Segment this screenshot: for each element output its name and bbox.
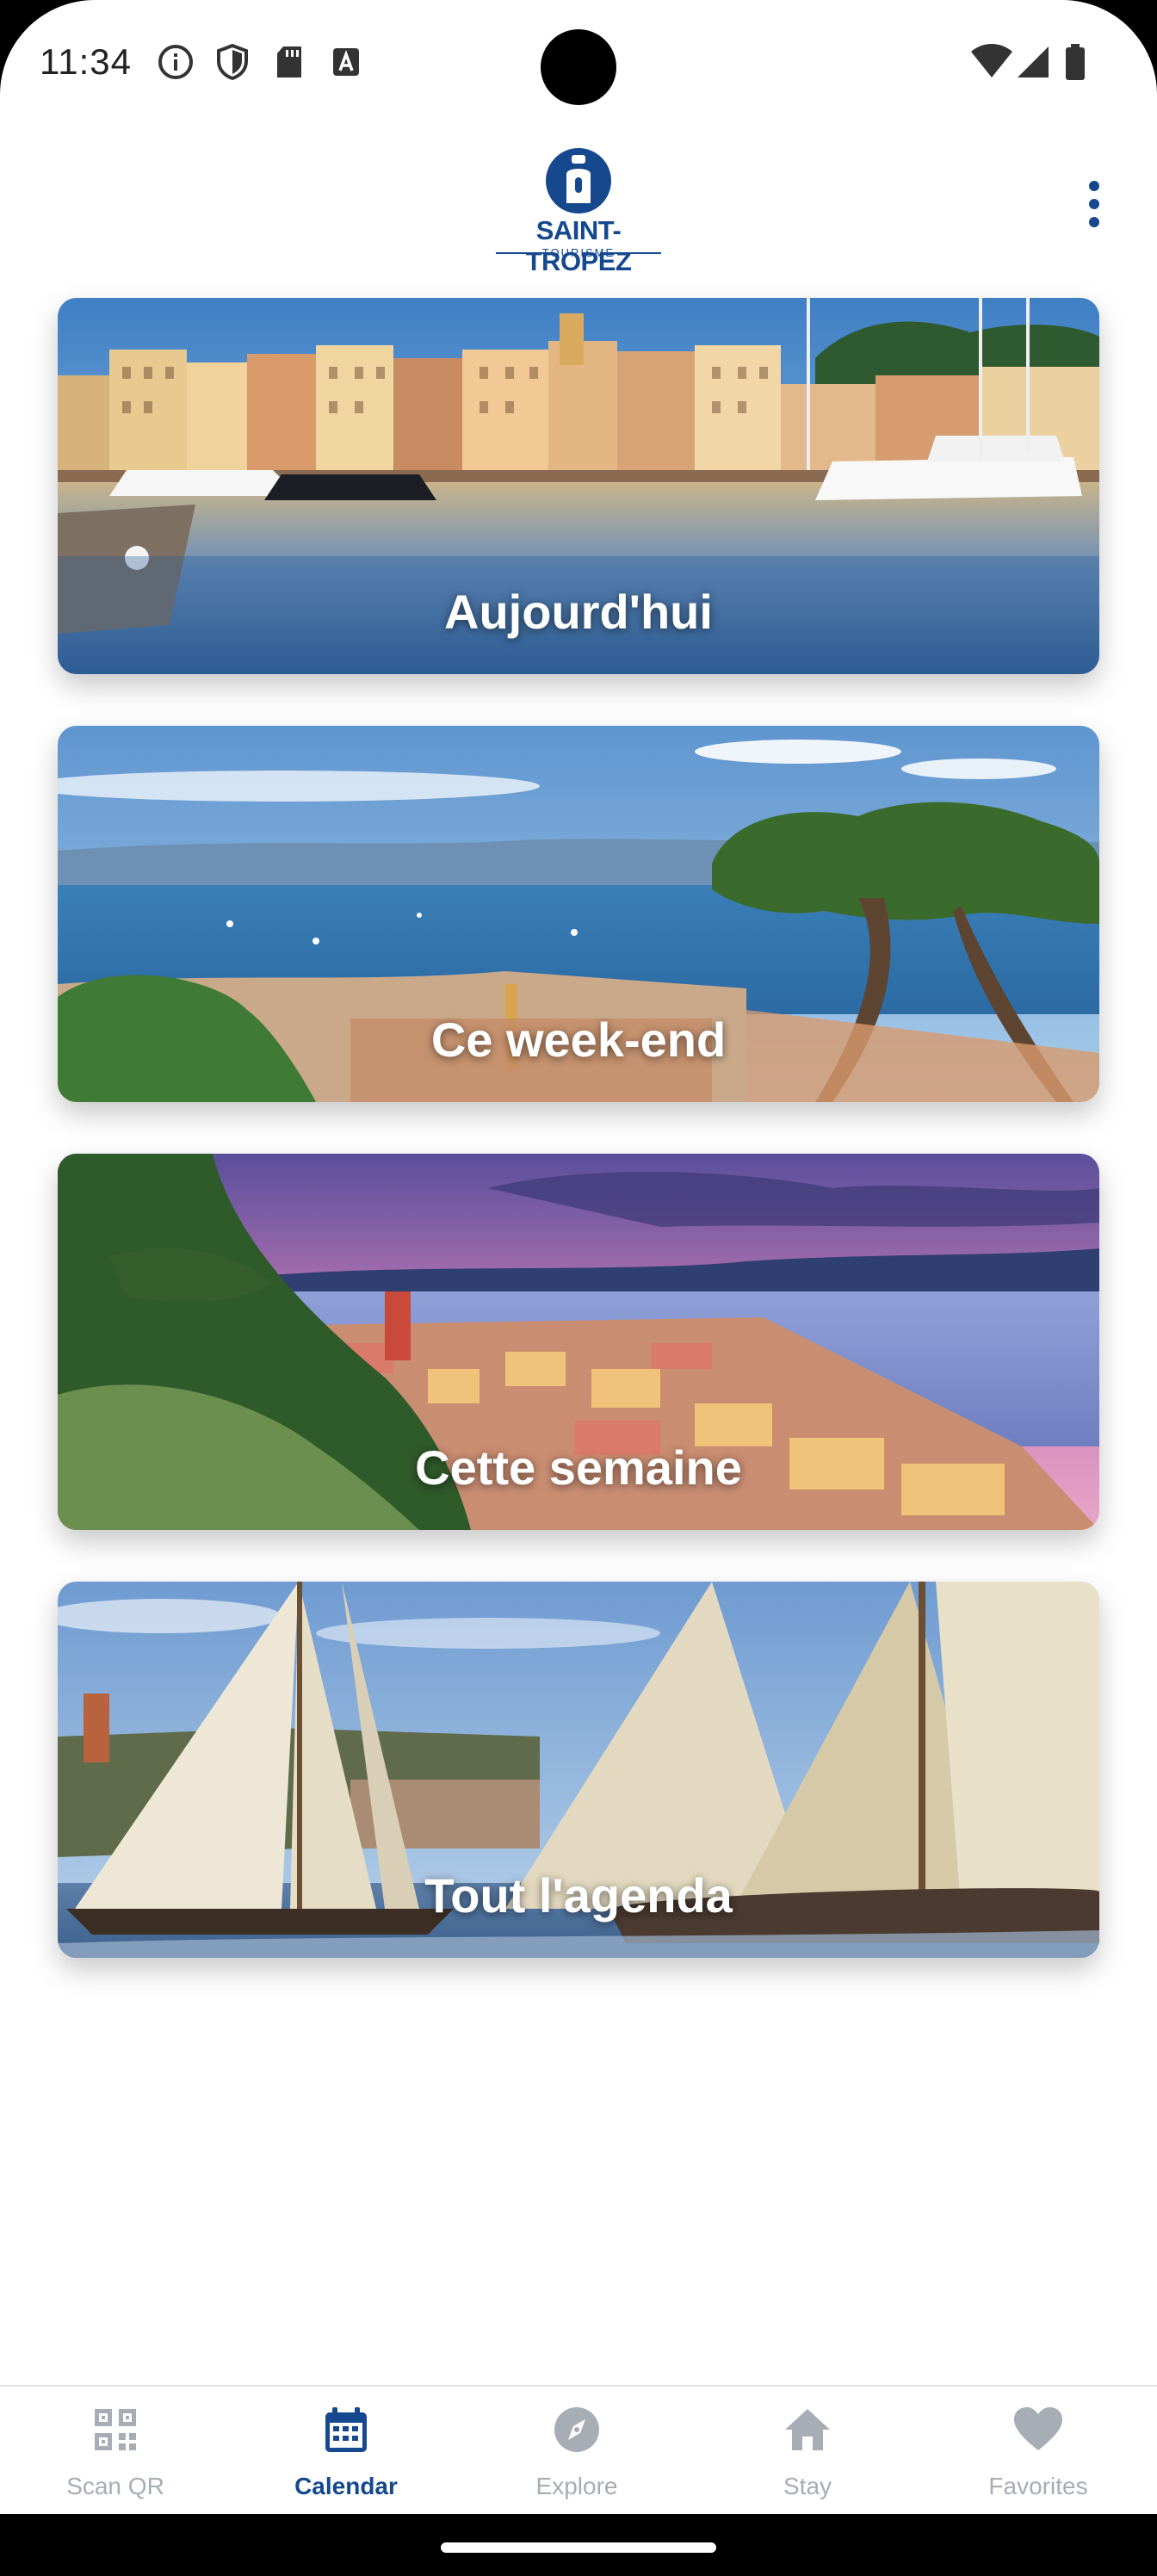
card-weekend-label: Ce week-end xyxy=(430,1012,727,1067)
front-camera xyxy=(541,29,616,105)
status-bar: 11:34 xyxy=(0,0,1157,129)
bottom-navigation: Scan QR Calendar Explore Stay Favorites xyxy=(0,2385,1157,2516)
battery-icon xyxy=(1066,44,1085,80)
calendar-icon xyxy=(325,2407,367,2452)
logo-rule-right xyxy=(613,252,661,254)
nav-label-scan-qr: Scan QR xyxy=(66,2473,164,2499)
nav-item-stay[interactable]: Stay xyxy=(692,2387,923,2516)
nav-item-scan-qr[interactable]: Scan QR xyxy=(0,2387,231,2516)
more-vertical-icon[interactable] xyxy=(1081,177,1107,231)
shield-icon xyxy=(217,43,248,81)
nav-item-explore[interactable]: Explore xyxy=(461,2387,692,2516)
card-week-label: Cette semaine xyxy=(415,1440,742,1495)
nav-label-stay: Stay xyxy=(783,2473,832,2499)
qr-code-icon xyxy=(95,2409,136,2450)
card-all-agenda-label: Tout l'agenda xyxy=(424,1868,733,1923)
nav-label-explore: Explore xyxy=(535,2473,618,2499)
compass-icon xyxy=(554,2407,599,2452)
home-icon xyxy=(785,2409,830,2450)
logo-badge xyxy=(546,148,611,214)
logo-subtitle: TOURISME xyxy=(492,246,665,260)
home-gesture-bar[interactable] xyxy=(441,2542,716,2553)
nav-label-favorites: Favorites xyxy=(988,2473,1088,2499)
card-today[interactable]: Aujourd'hui xyxy=(58,298,1099,674)
app-screen: 11:34 SAINT-TROPEZ TOURISME Aujourd'hui … xyxy=(0,0,1157,2576)
heart-icon xyxy=(1014,2407,1062,2450)
nav-label-calendar: Calendar xyxy=(294,2473,398,2499)
nav-item-calendar[interactable]: Calendar xyxy=(231,2387,461,2516)
nav-item-favorites[interactable]: Favorites xyxy=(923,2387,1154,2516)
font-icon xyxy=(333,48,359,76)
card-all-agenda[interactable]: Tout l'agenda xyxy=(58,1582,1099,1958)
card-weekend[interactable]: Ce week-end xyxy=(58,726,1099,1102)
status-time: 11:34 xyxy=(40,41,132,82)
info-icon xyxy=(158,45,193,79)
sd-card-icon xyxy=(277,46,301,77)
card-week[interactable]: Cette semaine xyxy=(58,1154,1099,1530)
signal-icon xyxy=(1018,46,1049,77)
wifi-icon xyxy=(971,44,1012,77)
card-today-label: Aujourd'hui xyxy=(444,585,713,639)
saint-tropez-logo: SAINT-TROPEZ TOURISME xyxy=(492,148,665,276)
bell-tower-icon xyxy=(566,155,591,203)
